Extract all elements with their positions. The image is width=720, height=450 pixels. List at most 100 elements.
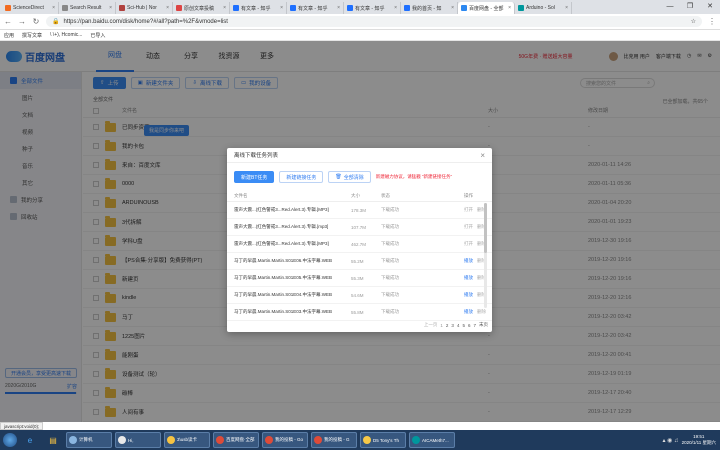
taskbar-window[interactable]: D5 Tony's Th <box>360 432 406 448</box>
task-actions: 播放 删除 <box>464 275 486 281</box>
taskbar-window[interactable]: 我的投稿 - Go <box>262 432 308 448</box>
task-row: 马丁的早晨.Martin.Martin.S01E03.中法字幕.WEB 55.8M… <box>227 304 492 321</box>
ie-icon[interactable]: e <box>20 432 40 448</box>
browser-tab[interactable]: 百度网盘 - 全部 × <box>458 2 515 14</box>
task-row: 马丁的早晨.Martin.Martin.S01E04.中法字幕.WEB 54.6M… <box>227 287 492 304</box>
tab-close-icon[interactable]: × <box>337 5 340 11</box>
task-name: 雷声大震...(红色警戒3...Red.Alert.3).专辑.[MP3] <box>234 241 329 246</box>
task-open-link[interactable]: 播放 <box>464 275 473 281</box>
taskbar-window[interactable]: 我的投稿 - G <box>311 432 357 448</box>
dialog-scroll-thumb[interactable] <box>484 203 487 253</box>
tab-favicon-icon <box>5 5 11 11</box>
offline-download-dialog: 离线下载任务列表 × 新建BT任务 新建链接任务 🗑 全部清除 新建磁力协议，请猛… <box>227 148 492 332</box>
pager-page[interactable]: 5 <box>462 323 465 328</box>
task-size: 55.2M <box>351 258 364 264</box>
pager-page[interactable]: 7 <box>473 323 476 328</box>
tab-close-icon[interactable]: × <box>223 5 226 11</box>
tab-favicon-icon <box>518 5 524 11</box>
system-tray: ▴ ◉ ♫ 19:51 2020/1/11 星期六 <box>662 434 720 446</box>
pager-page[interactable]: 3 <box>451 323 454 328</box>
close-icon[interactable]: ✕ <box>700 0 720 14</box>
tab-close-icon[interactable]: × <box>394 5 397 11</box>
browser-tab[interactable]: Arduino - Sol × <box>515 2 572 14</box>
new-bt-task-button[interactable]: 新建BT任务 <box>234 171 275 183</box>
tab-close-icon[interactable]: × <box>280 5 283 11</box>
taskbar-app-icon <box>216 436 224 444</box>
pager-last[interactable]: 末页 <box>479 322 488 328</box>
bookmark-apps[interactable]: 应用 <box>4 32 14 39</box>
taskbar-window[interactable]: 百度网盘·全部 <box>213 432 259 448</box>
task-open-link[interactable]: 打开 <box>464 207 473 213</box>
tab-close-icon[interactable]: × <box>451 5 454 11</box>
taskbar-window[interactable]: Hi, <box>115 432 161 448</box>
task-actions: 打开 删除 <box>464 207 486 213</box>
browser-tab[interactable]: 有文章 - 知乎 × <box>344 2 401 14</box>
explorer-icon[interactable]: ▤ <box>43 432 63 448</box>
task-open-link[interactable]: 播放 <box>464 258 473 264</box>
tab-close-icon[interactable]: × <box>565 5 568 11</box>
taskbar-window[interactable]: 3\usb读卡 <box>164 432 210 448</box>
task-actions: 打开 删除 <box>464 241 486 247</box>
task-row: 马丁的早晨.Martin.Martin.S01E06.中法字幕.WEB 55.2M… <box>227 253 492 270</box>
dialog-scrollbar[interactable] <box>484 203 487 308</box>
tab-close-icon[interactable]: × <box>166 5 169 11</box>
address-bar: ← → ↻ 🔒 https://pan.baidu.com/disk/home?… <box>0 14 720 30</box>
task-delete-link[interactable]: 删除 <box>477 309 486 315</box>
browser-tab[interactable]: Search Result × <box>59 2 116 14</box>
task-name: 雷声大震...(红色警戒3...Red.Alert.3).专辑.[MP3] <box>234 207 329 212</box>
tab-favicon-icon <box>233 5 239 11</box>
pager-prev[interactable]: 上一页 <box>424 322 438 328</box>
browser-tab[interactable]: 有文章 - 知乎 × <box>230 2 287 14</box>
menu-icon[interactable]: ⋮ <box>708 17 716 26</box>
url-input[interactable]: 🔒 https://pan.baidu.com/disk/home?#/all?… <box>46 16 702 27</box>
tab-favicon-icon <box>176 5 182 11</box>
tab-label: Search Result <box>70 5 102 11</box>
task-status: 下载成功 <box>381 207 399 212</box>
tab-close-icon[interactable]: × <box>52 5 55 11</box>
tab-close-icon[interactable]: × <box>508 5 511 11</box>
browser-tab[interactable]: ScienceDirect × <box>2 2 59 14</box>
tab-close-icon[interactable]: × <box>109 5 112 11</box>
browser-tab[interactable]: 原创文章投稿 × <box>173 2 230 14</box>
bookmark-imported[interactable]: 已导入 <box>90 32 105 39</box>
taskbar-window-label: 我的投稿 - Go <box>275 437 304 442</box>
browser-tab[interactable]: 有文章 - 知乎 × <box>287 2 344 14</box>
task-open-link[interactable]: 打开 <box>464 241 473 247</box>
forward-icon[interactable]: → <box>18 17 26 26</box>
bookmark-write[interactable]: 撰写文章 <box>22 32 42 39</box>
tray-icons: ▴ ◉ ♫ <box>662 437 679 444</box>
dialog-toolbar: 新建BT任务 新建链接任务 🗑 全部清除 新建磁力协议，请猛戳 “新建链接任务” <box>227 163 492 191</box>
maximize-icon[interactable]: ❐ <box>680 0 700 14</box>
pager-page[interactable]: 4 <box>457 323 460 328</box>
pager-page[interactable]: 1 <box>440 323 443 328</box>
dialog-col-size: 大小 <box>351 193 360 198</box>
clear-all-button[interactable]: 🗑 全部清除 <box>328 171 371 183</box>
star-icon[interactable]: ☆ <box>691 18 696 25</box>
tab-label: Sci-Hub | Nor <box>127 5 157 11</box>
tab-label: 我的首页 - 知 <box>412 5 442 12</box>
pager-page[interactable]: 6 <box>468 323 471 328</box>
taskbar-app-icon <box>118 436 126 444</box>
pager-page[interactable]: 2 <box>446 323 449 328</box>
task-status: 下载成功 <box>381 309 399 314</box>
task-open-link[interactable]: 播放 <box>464 309 473 315</box>
dialog-close-icon[interactable]: × <box>480 151 485 160</box>
browser-tab[interactable]: Sci-Hub | Nor × <box>116 2 173 14</box>
clock[interactable]: 19:51 2020/1/11 星期六 <box>682 434 716 446</box>
minimize-icon[interactable]: — <box>660 0 680 14</box>
tab-label: Arduino - Sol <box>526 5 555 11</box>
task-size: 107.7M <box>351 224 367 230</box>
taskbar-app-icon <box>363 436 371 444</box>
taskbar-window[interactable]: 计算机 <box>66 432 112 448</box>
bookmark-hcomic[interactable]: \ \+), Hcomic... <box>50 32 82 38</box>
bookmarks-bar: 应用 撰写文章 \ \+), Hcomic... 已导入 <box>0 30 720 41</box>
taskbar-window[interactable]: AICAMeth7... <box>409 432 455 448</box>
reload-icon[interactable]: ↻ <box>32 17 40 26</box>
new-link-task-button[interactable]: 新建链接任务 <box>279 171 324 183</box>
task-open-link[interactable]: 打开 <box>464 224 473 230</box>
start-button[interactable] <box>3 433 17 447</box>
back-icon[interactable]: ← <box>4 17 12 26</box>
task-row: 雷声大震...(红色警戒3...Red.Alert.3).专辑.[mp3] 107… <box>227 219 492 236</box>
task-open-link[interactable]: 播放 <box>464 292 473 298</box>
browser-tab[interactable]: 我的首页 - 知 × <box>401 2 458 14</box>
